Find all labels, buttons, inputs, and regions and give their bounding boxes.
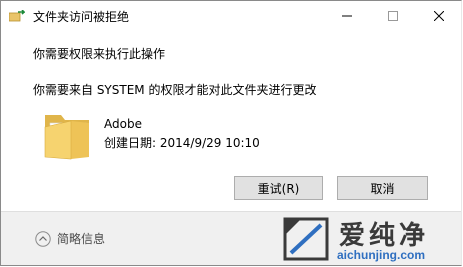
minimize-icon: [342, 15, 352, 17]
minimize-button[interactable]: [324, 1, 370, 31]
retry-button[interactable]: 重试(R): [234, 176, 323, 200]
secondary-message: 你需要来自 SYSTEM 的权限才能对此文件夹进行更改: [33, 83, 317, 97]
watermark-url: aichunjing.com: [337, 248, 426, 262]
chevron-up-icon: [35, 230, 51, 247]
details-label: 简略信息: [57, 232, 106, 246]
watermark-text: 爱纯净: [339, 221, 430, 251]
access-denied-dialog: 文件夹访问被拒绝 你需要权限来执行此操作 你需要来自 SYSTEM 的权限才能对…: [0, 0, 462, 266]
file-name: Adobe: [104, 117, 142, 131]
primary-message: 你需要权限来执行此操作: [33, 47, 166, 61]
file-move-icon: [9, 10, 25, 22]
folder-icon: [44, 115, 89, 160]
cancel-button[interactable]: 取消: [337, 176, 428, 200]
file-created-date: 创建日期: 2014/9/29 10:10: [104, 136, 260, 150]
title-bar[interactable]: 文件夹访问被拒绝: [1, 1, 461, 31]
watermark: 爱纯净 aichunjing.com: [275, 213, 461, 265]
close-button[interactable]: [416, 1, 461, 31]
close-icon: [434, 11, 444, 21]
window-title: 文件夹访问被拒绝: [33, 10, 130, 24]
watermark-logo-icon: [283, 217, 329, 261]
maximize-icon: [388, 11, 398, 21]
maximize-button[interactable]: [370, 1, 416, 31]
fewer-details-toggle[interactable]: 简略信息: [35, 230, 105, 247]
